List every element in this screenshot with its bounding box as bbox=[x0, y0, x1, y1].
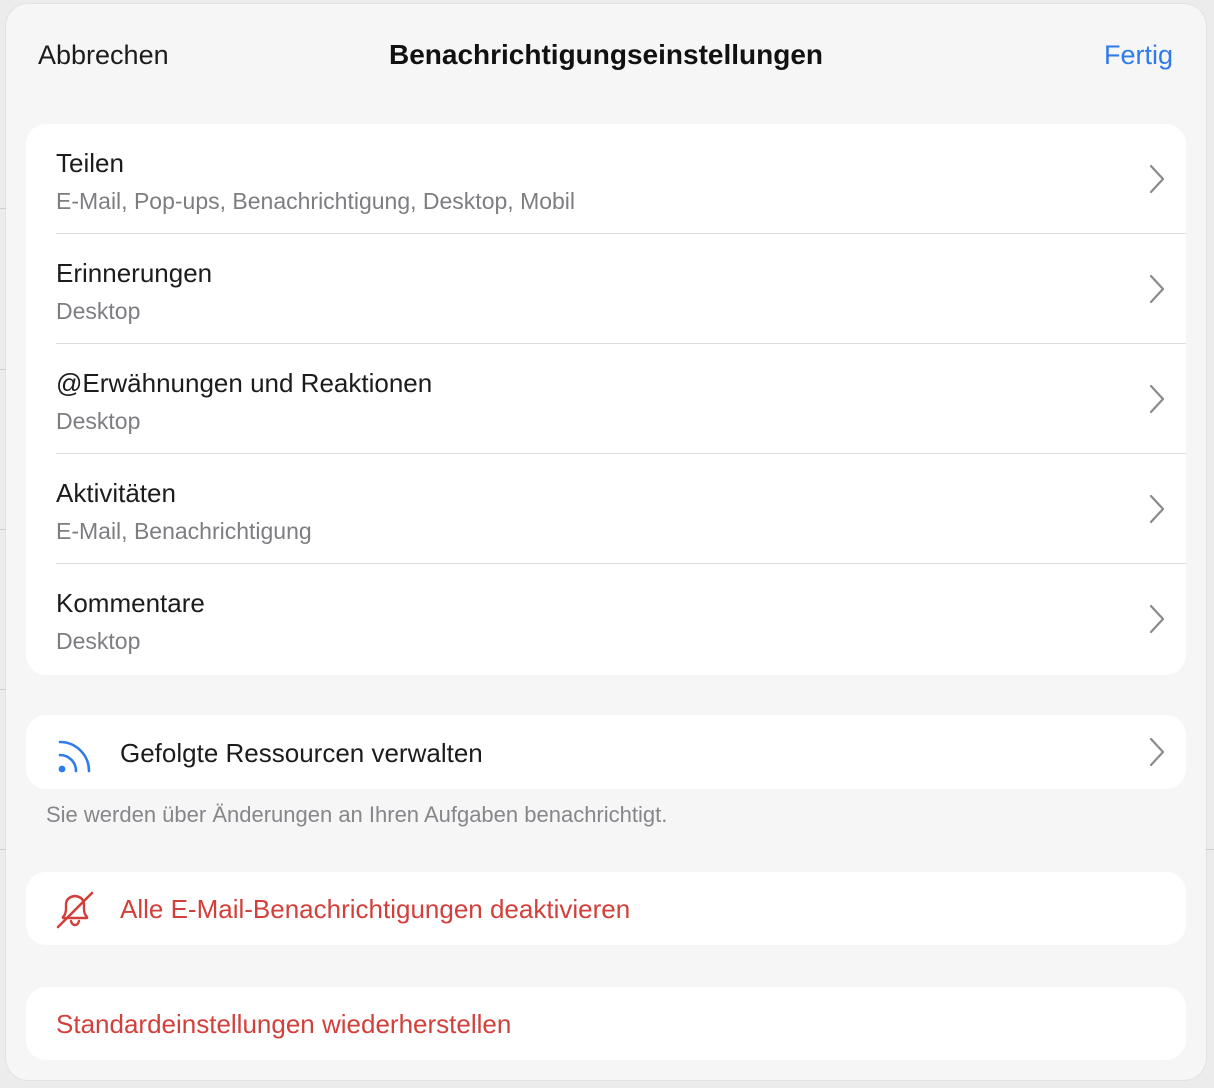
chevron-right-icon bbox=[1149, 274, 1165, 304]
followed-resources-hint: Sie werden über Änderungen an Ihren Aufg… bbox=[46, 802, 668, 827]
bell-slash-icon bbox=[56, 891, 94, 929]
category-channels: Desktop bbox=[56, 628, 141, 654]
chevron-right-icon bbox=[1149, 164, 1165, 194]
category-row-sharing[interactable]: Teilen E-Mail, Pop-ups, Benachrichtigung… bbox=[26, 124, 1186, 234]
category-title: Teilen bbox=[56, 148, 124, 178]
sheet-title: Benachrichtigungseinstellungen bbox=[388, 39, 824, 70]
category-title: Aktivitäten bbox=[56, 478, 176, 508]
category-channels: Desktop bbox=[56, 408, 141, 434]
category-row-activities[interactable]: Aktivitäten E-Mail, Benachrichtigung bbox=[26, 454, 1186, 564]
category-row-comments[interactable]: Kommentare Desktop bbox=[26, 564, 1186, 674]
category-title: Kommentare bbox=[56, 588, 205, 618]
category-channels: E-Mail, Benachrichtigung bbox=[56, 518, 312, 544]
category-title: @Erwähnungen und Reaktionen bbox=[56, 368, 433, 398]
category-row-mentions[interactable]: @Erwähnungen und Reaktionen Desktop bbox=[26, 344, 1186, 454]
category-title: Erinnerungen bbox=[56, 258, 213, 288]
rss-icon bbox=[58, 740, 91, 773]
done-button[interactable]: Fertig bbox=[1104, 40, 1173, 71]
chevron-right-icon bbox=[1149, 494, 1165, 524]
category-channels: Desktop bbox=[56, 298, 141, 324]
restore-defaults-label: Standardeinstellungen wiederherstellen bbox=[56, 1009, 512, 1039]
disable-all-email-notifications-label: Alle E-Mail-Benachrichtigungen deaktivie… bbox=[120, 894, 631, 924]
manage-followed-resources-label: Gefolgte Ressourcen verwalten bbox=[120, 738, 483, 768]
category-row-reminders[interactable]: Erinnerungen Desktop bbox=[26, 234, 1186, 344]
category-channels: E-Mail, Pop-ups, Benachrichtigung, Deskt… bbox=[56, 188, 576, 214]
chevron-right-icon bbox=[1149, 737, 1165, 767]
disable-all-email-notifications-button[interactable]: Alle E-Mail-Benachrichtigungen deaktivie… bbox=[26, 872, 1186, 945]
restore-defaults-button[interactable]: Standardeinstellungen wiederherstellen bbox=[26, 987, 1186, 1060]
notification-categories-list: Teilen E-Mail, Pop-ups, Benachrichtigung… bbox=[26, 124, 1186, 675]
chevron-right-icon bbox=[1149, 384, 1165, 414]
manage-followed-resources-button[interactable]: Gefolgte Ressourcen verwalten bbox=[26, 715, 1186, 789]
sheet-header: Abbrechen Benachrichtigungseinstellungen… bbox=[6, 4, 1206, 108]
notification-settings-sheet: Abbrechen Benachrichtigungseinstellungen… bbox=[6, 4, 1206, 1080]
chevron-right-icon bbox=[1149, 604, 1165, 634]
